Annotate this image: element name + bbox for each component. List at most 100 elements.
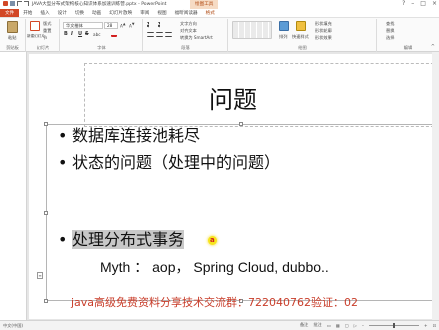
save-icon[interactable]	[10, 1, 15, 6]
thumbnail-pane[interactable]	[0, 52, 27, 320]
watermark-text: java高级免费资料分享技术交流群：722040762验证：02	[71, 296, 359, 309]
shape-effects-button[interactable]: 形状效果	[315, 35, 332, 41]
zoom-slider-thumb[interactable]	[392, 322, 395, 328]
slide-title[interactable]: 问题	[29, 80, 437, 115]
help-icon[interactable]: ?	[402, 0, 405, 7]
contextual-tab-header: 绘图工具	[190, 0, 219, 9]
bullet-dot-icon: •	[58, 153, 68, 172]
shape-fill-button[interactable]: 形状填充	[315, 21, 332, 27]
smartart-button[interactable]: 转换为 SmartArt	[180, 35, 213, 41]
editing-workspace: 问题 • 数据库连接池耗尽 • 状态的问题（处理中的问题） • 处理分布式事务 a M…	[0, 52, 439, 320]
align-right-icon[interactable]	[165, 32, 172, 37]
align-text-button[interactable]: 对齐文本	[180, 28, 197, 34]
tab-format[interactable]: 格式	[202, 10, 219, 16]
bullet-dot-icon: •	[58, 230, 68, 249]
font-label: 字体	[97, 45, 106, 50]
grow-font-icon[interactable]: A▲	[120, 22, 126, 28]
autofit-options-icon[interactable]: ≡	[37, 272, 43, 279]
font-name-select[interactable]: 华文楷体	[63, 22, 103, 29]
reading-view-icon[interactable]: ▢	[345, 323, 349, 328]
resize-handle[interactable]	[44, 122, 48, 126]
bullet-item[interactable]: • 数据库连接池耗尽	[58, 122, 200, 146]
arrange-icon[interactable]	[279, 21, 289, 31]
status-right: 备注 批注 ▭ ▦ ▢ ▷ – + ⊡	[300, 322, 436, 328]
close-icon[interactable]: ×	[432, 0, 437, 7]
align-center-icon[interactable]	[156, 32, 163, 37]
resize-handle[interactable]	[44, 211, 48, 215]
resize-handle[interactable]	[239, 122, 243, 126]
tab-foxit[interactable]: 福昕阅读器	[171, 10, 202, 16]
tab-file[interactable]: 文件	[0, 9, 20, 17]
tab-insert[interactable]: 插入	[36, 10, 53, 16]
shapes-gallery-icon[interactable]	[232, 21, 272, 39]
bullet-item-highlighted[interactable]: • 处理分布式事务	[58, 226, 185, 250]
tab-review[interactable]: 审阅	[136, 10, 153, 16]
tab-design[interactable]: 设计	[54, 10, 71, 16]
tab-animations[interactable]: 动画	[88, 10, 105, 16]
fit-slide-icon[interactable]: ⊡	[432, 323, 436, 328]
underline-button[interactable]: U	[78, 31, 82, 37]
select-button[interactable]: 选择	[386, 35, 394, 41]
comments-button[interactable]: 批注	[313, 322, 321, 328]
language-indicator[interactable]: 中文(中国)	[3, 323, 23, 329]
normal-view-icon[interactable]: ▭	[327, 323, 331, 328]
editing-group: 查找 替换 选择 编辑 ^	[378, 19, 438, 52]
editing-label: 编辑	[403, 45, 413, 50]
selected-bullet-text: 处理分布式事务	[72, 230, 185, 249]
bullet-text: 状态的问题（处理中的问题）	[72, 153, 281, 172]
quick-styles-icon[interactable]	[296, 21, 306, 31]
powerpoint-logo-icon	[3, 1, 8, 6]
numbering-icon[interactable]	[158, 22, 166, 28]
paragraph-group: 文字方向 对齐文本 转换为 SmartArt 段落	[144, 19, 228, 52]
ribbon-tabs: 文件 开始 插入 设计 切换 动画 幻灯片放映 审阅 视图 福昕阅读器 格式	[0, 9, 439, 17]
paste-button[interactable]: 粘贴	[8, 35, 16, 41]
zoom-slider[interactable]	[368, 322, 419, 328]
layout-button[interactable]: 版式	[43, 21, 51, 27]
font-size-select[interactable]: 28	[104, 22, 118, 29]
section-button[interactable]: 节	[43, 35, 47, 41]
slides-group: 新建幻灯片 版式 重置 节 幻灯片	[27, 19, 60, 52]
undo-icon[interactable]	[17, 1, 22, 6]
shape-outline-button[interactable]: 形状轮廓	[315, 28, 332, 34]
italic-button[interactable]: I	[71, 31, 73, 37]
strikethrough-button[interactable]: S	[85, 31, 89, 37]
arrange-button[interactable]: 排列	[279, 34, 287, 40]
find-button[interactable]: 查找	[386, 21, 394, 27]
text-direction-button[interactable]: 文字方向	[180, 21, 197, 27]
clipboard-group: 粘贴 剪贴板	[0, 19, 26, 52]
slides-label: 幻灯片	[36, 45, 50, 50]
maximize-icon[interactable]: □	[420, 0, 426, 7]
new-slide-icon[interactable]	[30, 21, 40, 31]
reset-button[interactable]: 重置	[43, 28, 51, 34]
zoom-out-icon[interactable]: –	[362, 323, 364, 328]
redo-icon[interactable]	[24, 1, 29, 6]
align-left-icon[interactable]	[147, 32, 154, 37]
resize-handle[interactable]	[44, 299, 48, 303]
slide-canvas[interactable]: 问题 • 数据库连接池耗尽 • 状态的问题（处理中的问题） • 处理分布式事务 a M…	[29, 54, 439, 319]
sorter-view-icon[interactable]: ▦	[336, 323, 340, 328]
zoom-in-icon[interactable]: +	[424, 323, 428, 328]
replace-button[interactable]: 替换	[386, 28, 394, 34]
tab-transitions[interactable]: 切换	[71, 10, 88, 16]
tab-home[interactable]: 开始	[19, 10, 36, 16]
tab-view[interactable]: 视图	[153, 10, 170, 16]
minimize-icon[interactable]: –	[411, 0, 414, 7]
vertical-scrollbar[interactable]	[432, 52, 439, 320]
notes-button[interactable]: 备注	[300, 322, 308, 328]
font-color-icon[interactable]	[111, 32, 117, 37]
sub-line-text[interactable]: Myth ： aop， Spring Cloud, dubbo..	[100, 257, 329, 277]
bullet-item[interactable]: • 状态的问题（处理中的问题）	[58, 149, 280, 173]
paragraph-label: 段落	[181, 45, 190, 50]
quick-access-toolbar	[3, 1, 29, 6]
quick-styles-button[interactable]: 快速样式	[292, 34, 309, 40]
slideshow-view-icon[interactable]: ▷	[354, 323, 357, 328]
bullets-icon[interactable]	[147, 22, 155, 28]
bold-button[interactable]: B	[64, 31, 68, 37]
tab-slideshow[interactable]: 幻灯片放映	[105, 10, 136, 16]
collapse-ribbon-icon[interactable]: ^	[431, 44, 435, 50]
paste-icon[interactable]	[7, 21, 18, 33]
ribbon: 粘贴 剪贴板 新建幻灯片 版式 重置 节 幻灯片 华文楷体 28 A▲ A▼ B…	[0, 17, 439, 52]
mouse-pointer-icon: a	[210, 236, 215, 244]
shrink-font-icon[interactable]: A▼	[129, 22, 135, 28]
char-spacing-button[interactable]: abc	[93, 32, 101, 37]
